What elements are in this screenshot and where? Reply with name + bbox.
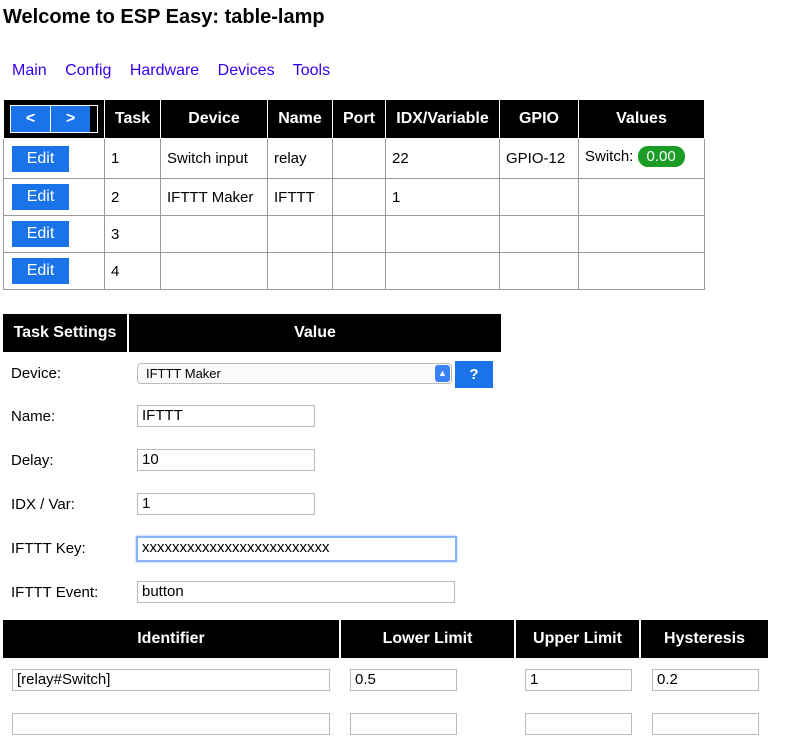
- task-port: [332, 178, 386, 216]
- settings-header: Task Settings Value: [3, 314, 501, 352]
- edit-task-4-button[interactable]: Edit: [12, 258, 69, 284]
- table-row: Edit 4: [3, 252, 705, 290]
- task-device: [160, 215, 268, 253]
- task-idx: 1: [385, 178, 500, 216]
- next-page-button[interactable]: >: [50, 106, 90, 132]
- task-gpio: [499, 178, 579, 216]
- prev-page-button[interactable]: <: [11, 106, 50, 132]
- task-gpio: GPIO-12: [499, 138, 579, 179]
- task-number: 3: [104, 215, 161, 253]
- task-number: 1: [104, 138, 161, 179]
- device-select-value: IFTTT Maker: [146, 366, 221, 381]
- task-name: [267, 252, 333, 290]
- task-gpio: [499, 252, 579, 290]
- identifier-input[interactable]: [relay#Switch]: [12, 669, 330, 691]
- task-device: Switch input: [160, 138, 268, 179]
- pager-header: < >: [3, 99, 105, 139]
- edit-task-1-button[interactable]: Edit: [12, 145, 69, 172]
- edit-task-2-button[interactable]: Edit: [12, 184, 69, 210]
- value-header: Value: [129, 314, 501, 352]
- device-select[interactable]: IFTTT Maker ▲︎: [137, 363, 452, 384]
- identifier-input[interactable]: [12, 713, 330, 735]
- value-badge: 0.00: [637, 146, 685, 167]
- task-name: relay: [267, 138, 333, 179]
- task-number: 4: [104, 252, 161, 290]
- task-idx: [385, 252, 500, 290]
- delay-input[interactable]: 10: [137, 449, 315, 471]
- task-name: [267, 215, 333, 253]
- task-values: [578, 215, 705, 253]
- upper-limit-input[interactable]: 1: [525, 669, 632, 691]
- select-arrows-icon: ▲︎: [435, 365, 450, 382]
- task-values: Switch: 0.00: [578, 138, 705, 179]
- col-idx: IDX/Variable: [385, 99, 500, 139]
- nav-config[interactable]: Config: [65, 62, 111, 79]
- col-task: Task: [104, 99, 161, 139]
- col-device: Device: [160, 99, 268, 139]
- idx-var-label: IDX / Var:: [11, 496, 75, 513]
- col-gpio: GPIO: [499, 99, 579, 139]
- edit-cell: Edit: [3, 215, 105, 253]
- nav-devices[interactable]: Devices: [218, 62, 275, 79]
- task-values: [578, 252, 705, 290]
- identifier-header: Identifier: [3, 620, 341, 658]
- tasks-table: < > Task Device Name Port IDX/Variable G…: [3, 99, 705, 290]
- task-idx: [385, 215, 500, 253]
- edit-cell: Edit: [3, 252, 105, 290]
- main-nav: Main Config Hardware Devices Tools: [12, 62, 344, 80]
- task-name: IFTTT: [267, 178, 333, 216]
- task-values: [578, 178, 705, 216]
- table-row: Edit 2 IFTTT Maker IFTTT 1: [3, 178, 705, 216]
- lower-limit-header: Lower Limit: [341, 620, 516, 658]
- upper-limit-header: Upper Limit: [516, 620, 641, 658]
- delay-label: Delay:: [11, 452, 54, 469]
- ifttt-key-input[interactable]: xxxxxxxxxxxxxxxxxxxxxxxxx: [136, 536, 457, 562]
- task-settings-header: Task Settings: [3, 314, 129, 352]
- task-port: [332, 215, 386, 253]
- nav-tools[interactable]: Tools: [293, 62, 330, 79]
- table-row: Edit 3: [3, 215, 705, 253]
- task-device: [160, 252, 268, 290]
- ifttt-event-input[interactable]: button: [137, 581, 455, 603]
- name-label: Name:: [11, 408, 56, 425]
- help-button[interactable]: ?: [455, 361, 493, 388]
- task-device: IFTTT Maker: [160, 178, 268, 216]
- task-port: [332, 138, 386, 179]
- hysteresis-input[interactable]: [652, 713, 759, 735]
- name-input[interactable]: IFTTT: [137, 405, 315, 427]
- nav-hardware[interactable]: Hardware: [130, 62, 199, 79]
- tasks-header-row: < > Task Device Name Port IDX/Variable G…: [3, 99, 705, 139]
- edit-cell: Edit: [3, 138, 105, 179]
- value-label: Switch:: [585, 148, 634, 165]
- lower-limit-input[interactable]: 0.5: [350, 669, 457, 691]
- task-port: [332, 252, 386, 290]
- ifttt-key-label: IFTTT Key:: [11, 540, 86, 557]
- col-values: Values: [578, 99, 705, 139]
- col-port: Port: [332, 99, 386, 139]
- hysteresis-input[interactable]: 0.2: [652, 669, 759, 691]
- edit-task-3-button[interactable]: Edit: [12, 221, 69, 247]
- lower-limit-input[interactable]: [350, 713, 457, 735]
- edit-cell: Edit: [3, 178, 105, 216]
- table-row: Edit 1 Switch input relay 22 GPIO-12 Swi…: [3, 138, 705, 179]
- ifttt-event-label: IFTTT Event:: [11, 584, 99, 601]
- col-name: Name: [267, 99, 333, 139]
- nav-main[interactable]: Main: [12, 62, 47, 79]
- limits-header: Identifier Lower Limit Upper Limit Hyste…: [3, 620, 768, 658]
- hysteresis-header: Hysteresis: [641, 620, 768, 658]
- device-label: Device:: [11, 365, 62, 382]
- upper-limit-input[interactable]: [525, 713, 632, 735]
- task-gpio: [499, 215, 579, 253]
- task-number: 2: [104, 178, 161, 216]
- page-title: Welcome to ESP Easy: table-lamp: [3, 6, 325, 28]
- idx-var-input[interactable]: 1: [137, 493, 315, 515]
- task-idx: 22: [385, 138, 500, 179]
